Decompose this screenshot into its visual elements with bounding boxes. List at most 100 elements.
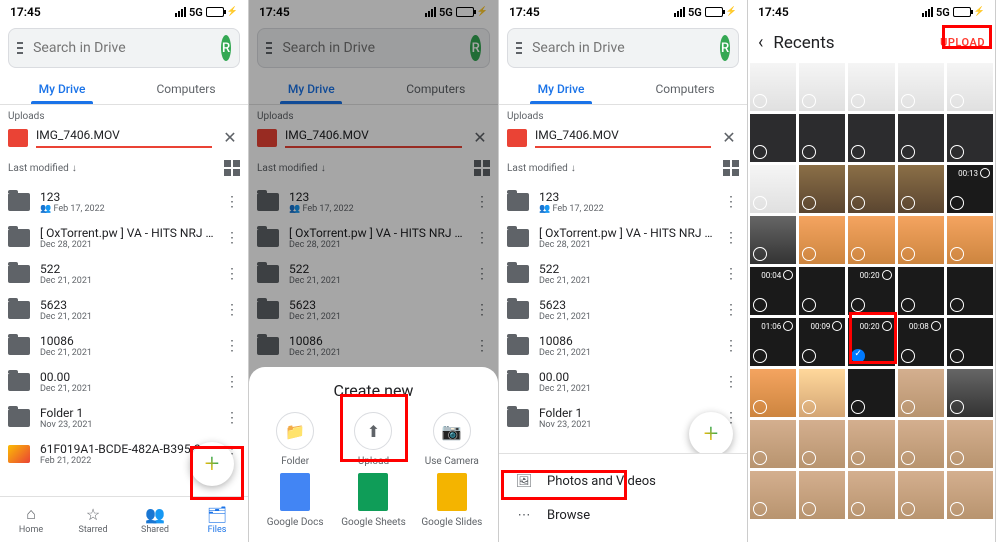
photo-tile[interactable] bbox=[848, 114, 894, 162]
new-sheets[interactable]: Google Sheets bbox=[337, 473, 409, 528]
photo-tile[interactable] bbox=[848, 63, 894, 111]
opt-browse[interactable]: ⋯Browse bbox=[499, 498, 747, 532]
photo-tile[interactable] bbox=[898, 63, 944, 111]
photo-tile[interactable] bbox=[750, 165, 796, 213]
file-row[interactable]: 10086 Dec 21, 2021 ⋮ bbox=[0, 328, 248, 364]
view-toggle-icon[interactable] bbox=[224, 160, 240, 176]
file-row[interactable]: 522 Dec 21, 2021 ⋮ bbox=[0, 256, 248, 292]
photo-tile[interactable] bbox=[947, 318, 993, 366]
file-row[interactable]: [ OxTorrent.pw ] VA - HITS NRJ DU MOMENT… bbox=[0, 220, 248, 256]
photo-tile[interactable] bbox=[947, 471, 993, 519]
upload-filename[interactable]: IMG_7406.MOV bbox=[36, 128, 212, 148]
tab-my-drive[interactable]: My Drive bbox=[0, 72, 124, 104]
file-menu-icon[interactable]: ⋮ bbox=[724, 230, 739, 246]
photo-tile[interactable] bbox=[898, 420, 944, 468]
search-bar[interactable]: R bbox=[507, 28, 739, 68]
photo-tile[interactable] bbox=[947, 114, 993, 162]
file-row[interactable]: 5623 Dec 21, 2021 ⋮ bbox=[0, 292, 248, 328]
use-camera[interactable]: 📷Use Camera bbox=[416, 412, 488, 467]
new-slides[interactable]: Google Slides bbox=[416, 473, 488, 528]
video-tile[interactable]: 00:09 bbox=[799, 318, 845, 366]
file-menu-icon[interactable]: ⋮ bbox=[724, 266, 739, 282]
back-icon[interactable]: ‹ bbox=[758, 32, 763, 53]
file-menu-icon[interactable]: ⋮ bbox=[225, 302, 240, 318]
file-row[interactable]: 00.00 Dec 21, 2021 ⋮ bbox=[0, 364, 248, 400]
video-tile[interactable]: 00:04 bbox=[750, 267, 796, 315]
photo-tile[interactable] bbox=[898, 165, 944, 213]
photo-tile[interactable] bbox=[947, 420, 993, 468]
photo-tile[interactable] bbox=[947, 369, 993, 417]
nav-starred[interactable]: ☆Starred bbox=[62, 497, 124, 542]
new-docs[interactable]: Google Docs bbox=[259, 473, 331, 528]
photo-tile[interactable] bbox=[799, 63, 845, 111]
photo-tile[interactable] bbox=[898, 471, 944, 519]
file-row[interactable]: 522 Dec 21, 2021 ⋮ bbox=[499, 256, 747, 292]
file-row[interactable]: [ OxTorrent.pw ] VA - HITS NRJ DU MOMENT… bbox=[499, 220, 747, 256]
photo-tile[interactable] bbox=[848, 420, 894, 468]
search-bar[interactable]: R bbox=[8, 28, 240, 68]
file-menu-icon[interactable]: ⋮ bbox=[225, 194, 240, 210]
file-name: 123 bbox=[539, 190, 714, 204]
file-menu-icon[interactable]: ⋮ bbox=[225, 338, 240, 354]
file-menu-icon[interactable]: ⋮ bbox=[724, 302, 739, 318]
photo-tile[interactable] bbox=[799, 369, 845, 417]
video-tile[interactable]: 00:13 bbox=[947, 165, 993, 213]
photo-tile[interactable] bbox=[898, 114, 944, 162]
photo-tile[interactable] bbox=[799, 114, 845, 162]
file-menu-icon[interactable]: ⋮ bbox=[724, 374, 739, 390]
file-menu-icon[interactable]: ⋮ bbox=[225, 230, 240, 246]
video-tile[interactable]: 00:20 bbox=[848, 267, 894, 315]
photo-tile[interactable] bbox=[750, 471, 796, 519]
photo-tile[interactable] bbox=[750, 63, 796, 111]
nav-home[interactable]: ⌂Home bbox=[0, 497, 62, 542]
photo-tile[interactable] bbox=[898, 216, 944, 264]
photo-tile[interactable] bbox=[947, 63, 993, 111]
photo-tile[interactable] bbox=[947, 216, 993, 264]
avatar[interactable]: R bbox=[221, 35, 231, 61]
file-menu-icon[interactable]: ⋮ bbox=[225, 410, 240, 426]
file-menu-icon[interactable]: ⋮ bbox=[225, 374, 240, 390]
video-tile-selected[interactable]: 00:20 bbox=[848, 318, 894, 366]
nav-files[interactable]: 🗂Files bbox=[186, 497, 248, 542]
photo-tile[interactable] bbox=[750, 216, 796, 264]
menu-icon[interactable] bbox=[17, 42, 23, 54]
nav-shared[interactable]: 👥Shared bbox=[124, 497, 186, 542]
new-folder[interactable]: 📁Folder bbox=[259, 412, 331, 467]
cancel-upload-icon[interactable]: ✕ bbox=[220, 128, 240, 148]
photo-tile[interactable] bbox=[848, 369, 894, 417]
photo-tile[interactable] bbox=[799, 471, 845, 519]
photo-tile[interactable] bbox=[947, 267, 993, 315]
photo-tile[interactable] bbox=[750, 114, 796, 162]
opt-photos-videos[interactable]: 🖼Photos and Videos bbox=[499, 464, 747, 498]
new-upload[interactable]: ⬆Upload bbox=[337, 412, 409, 467]
signal-icon bbox=[175, 7, 186, 17]
file-menu-icon[interactable]: ⋮ bbox=[724, 194, 739, 210]
video-tile[interactable]: 01:06 bbox=[750, 318, 796, 366]
file-row[interactable]: Folder 1 Nov 23, 2021 ⋮ bbox=[0, 400, 248, 436]
fab-new[interactable]: + bbox=[190, 442, 234, 486]
photo-tile[interactable] bbox=[799, 420, 845, 468]
photo-tile[interactable] bbox=[898, 369, 944, 417]
file-menu-icon[interactable]: ⋮ bbox=[225, 266, 240, 282]
photo-tile[interactable] bbox=[799, 165, 845, 213]
photo-tile[interactable] bbox=[848, 216, 894, 264]
upload-button[interactable]: UPLOAD bbox=[940, 36, 985, 49]
photo-tile[interactable] bbox=[848, 165, 894, 213]
fab-new[interactable]: + bbox=[689, 412, 733, 456]
file-row[interactable]: 123 👥 Feb 17, 2022 ⋮ bbox=[499, 184, 747, 220]
file-menu-icon[interactable]: ⋮ bbox=[724, 338, 739, 354]
file-row[interactable]: 10086 Dec 21, 2021 ⋮ bbox=[499, 328, 747, 364]
photo-tile[interactable] bbox=[848, 471, 894, 519]
photo-tile[interactable] bbox=[898, 267, 944, 315]
photo-tile[interactable] bbox=[799, 267, 845, 315]
file-row[interactable]: 123 👥 Feb 17, 2022 ⋮ bbox=[0, 184, 248, 220]
video-tile[interactable]: 00:08 bbox=[898, 318, 944, 366]
file-row[interactable]: 00.00 Dec 21, 2021 ⋮ bbox=[499, 364, 747, 400]
photo-tile[interactable] bbox=[799, 216, 845, 264]
photo-tile[interactable] bbox=[750, 369, 796, 417]
search-input[interactable] bbox=[33, 40, 211, 56]
file-row[interactable]: 5623 Dec 21, 2021 ⋮ bbox=[499, 292, 747, 328]
photo-tile[interactable] bbox=[750, 420, 796, 468]
tab-computers[interactable]: Computers bbox=[124, 72, 248, 104]
sort-button[interactable]: Last modified ↓ bbox=[8, 163, 77, 174]
